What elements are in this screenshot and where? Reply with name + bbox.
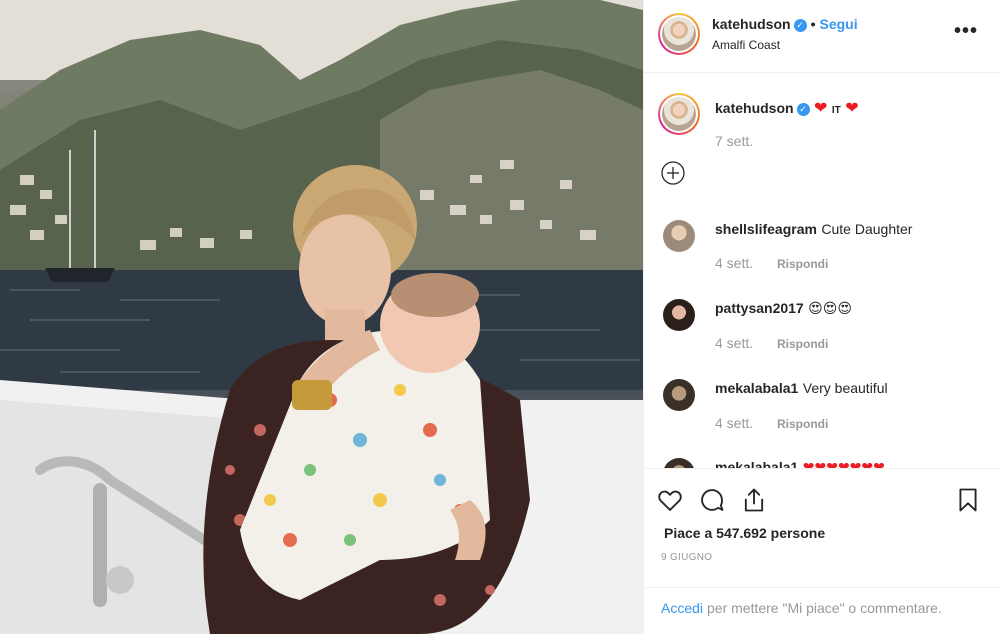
caption-time[interactable]: 7 sett. <box>715 133 753 149</box>
commenter-avatar[interactable] <box>663 379 695 411</box>
comments-section[interactable]: katehudson ✓ ❤ IT ❤ 7 sett. shellslifeagr… <box>644 73 1000 468</box>
separator-dot: • <box>810 16 816 32</box>
comment-time[interactable]: 4 sett. <box>715 415 753 431</box>
caption: katehudson ✓ ❤ IT ❤ <box>715 98 859 118</box>
comment-item: pattysan2017 😍😍😍 <box>715 300 852 318</box>
post-photo-illustration <box>0 0 643 634</box>
comment-username[interactable]: pattysan2017 <box>715 300 804 316</box>
comment-time[interactable]: 4 sett. <box>715 255 753 271</box>
login-prompt: Accedi per mettere "Mi piace" o commenta… <box>644 587 1000 634</box>
comment-username[interactable]: mekalabala1 <box>715 459 798 468</box>
heart-emoji-icon: ❤ <box>845 100 859 117</box>
comment-text: ❤❤❤❤❤❤❤ <box>802 459 885 468</box>
comment-item: shellslifeagram Cute Daughter <box>715 221 912 239</box>
comment-item: mekalabala1 ❤❤❤❤❤❤❤ <box>715 459 885 468</box>
comment-text: Cute Daughter <box>821 221 913 237</box>
reply-button[interactable]: Rispondi <box>777 417 828 431</box>
reply-button[interactable]: Rispondi <box>777 337 828 351</box>
verified-badge-icon: ✓ <box>793 19 807 32</box>
login-prompt-text: per mettere "Mi piace" o commentare. <box>707 600 942 616</box>
heart-emoji-icon: ❤ <box>814 100 828 117</box>
comment-text: Very beautiful <box>802 380 888 396</box>
reply-button[interactable]: Rispondi <box>777 257 828 271</box>
follow-button[interactable]: Segui <box>819 16 857 32</box>
post-date[interactable]: 9 GIUGNO <box>661 552 712 563</box>
verified-badge-icon: ✓ <box>796 103 810 116</box>
bookmark-icon[interactable] <box>954 486 982 519</box>
caption-author-avatar[interactable] <box>658 93 700 135</box>
post-header: katehudson ✓ • Segui Amalfi Coast ••• <box>644 0 1000 73</box>
comment-username[interactable]: shellslifeagram <box>715 221 817 237</box>
commenter-avatar[interactable] <box>663 299 695 331</box>
login-link[interactable]: Accedi <box>661 600 703 616</box>
comment-username[interactable]: mekalabala1 <box>715 380 798 396</box>
heart-icon[interactable] <box>656 486 684 519</box>
comment-item: mekalabala1 Very beautiful <box>715 380 888 398</box>
load-more-comments-icon[interactable] <box>661 161 685 190</box>
comment-text: 😍😍😍 <box>808 300 852 316</box>
author-username[interactable]: katehudson <box>712 16 791 32</box>
caption-username[interactable]: katehudson <box>715 100 794 116</box>
more-options-icon[interactable]: ••• <box>954 20 978 43</box>
commenter-avatar[interactable] <box>663 220 695 252</box>
post-location[interactable]: Amalfi Coast <box>712 38 780 52</box>
share-icon[interactable] <box>740 486 768 519</box>
post-actions: Piace a 547.692 persone 9 GIUGNO Accedi … <box>644 468 1000 634</box>
likes-count[interactable]: Piace a 547.692 persone <box>664 525 825 541</box>
post-photo[interactable] <box>0 0 643 634</box>
commenter-avatar[interactable] <box>663 458 695 468</box>
post-side-panel: katehudson ✓ • Segui Amalfi Coast ••• kateh… <box>643 0 1000 634</box>
author-avatar[interactable] <box>658 13 700 55</box>
comment-time[interactable]: 4 sett. <box>715 335 753 351</box>
comment-icon[interactable] <box>698 486 726 519</box>
caption-text: IT <box>831 105 841 116</box>
